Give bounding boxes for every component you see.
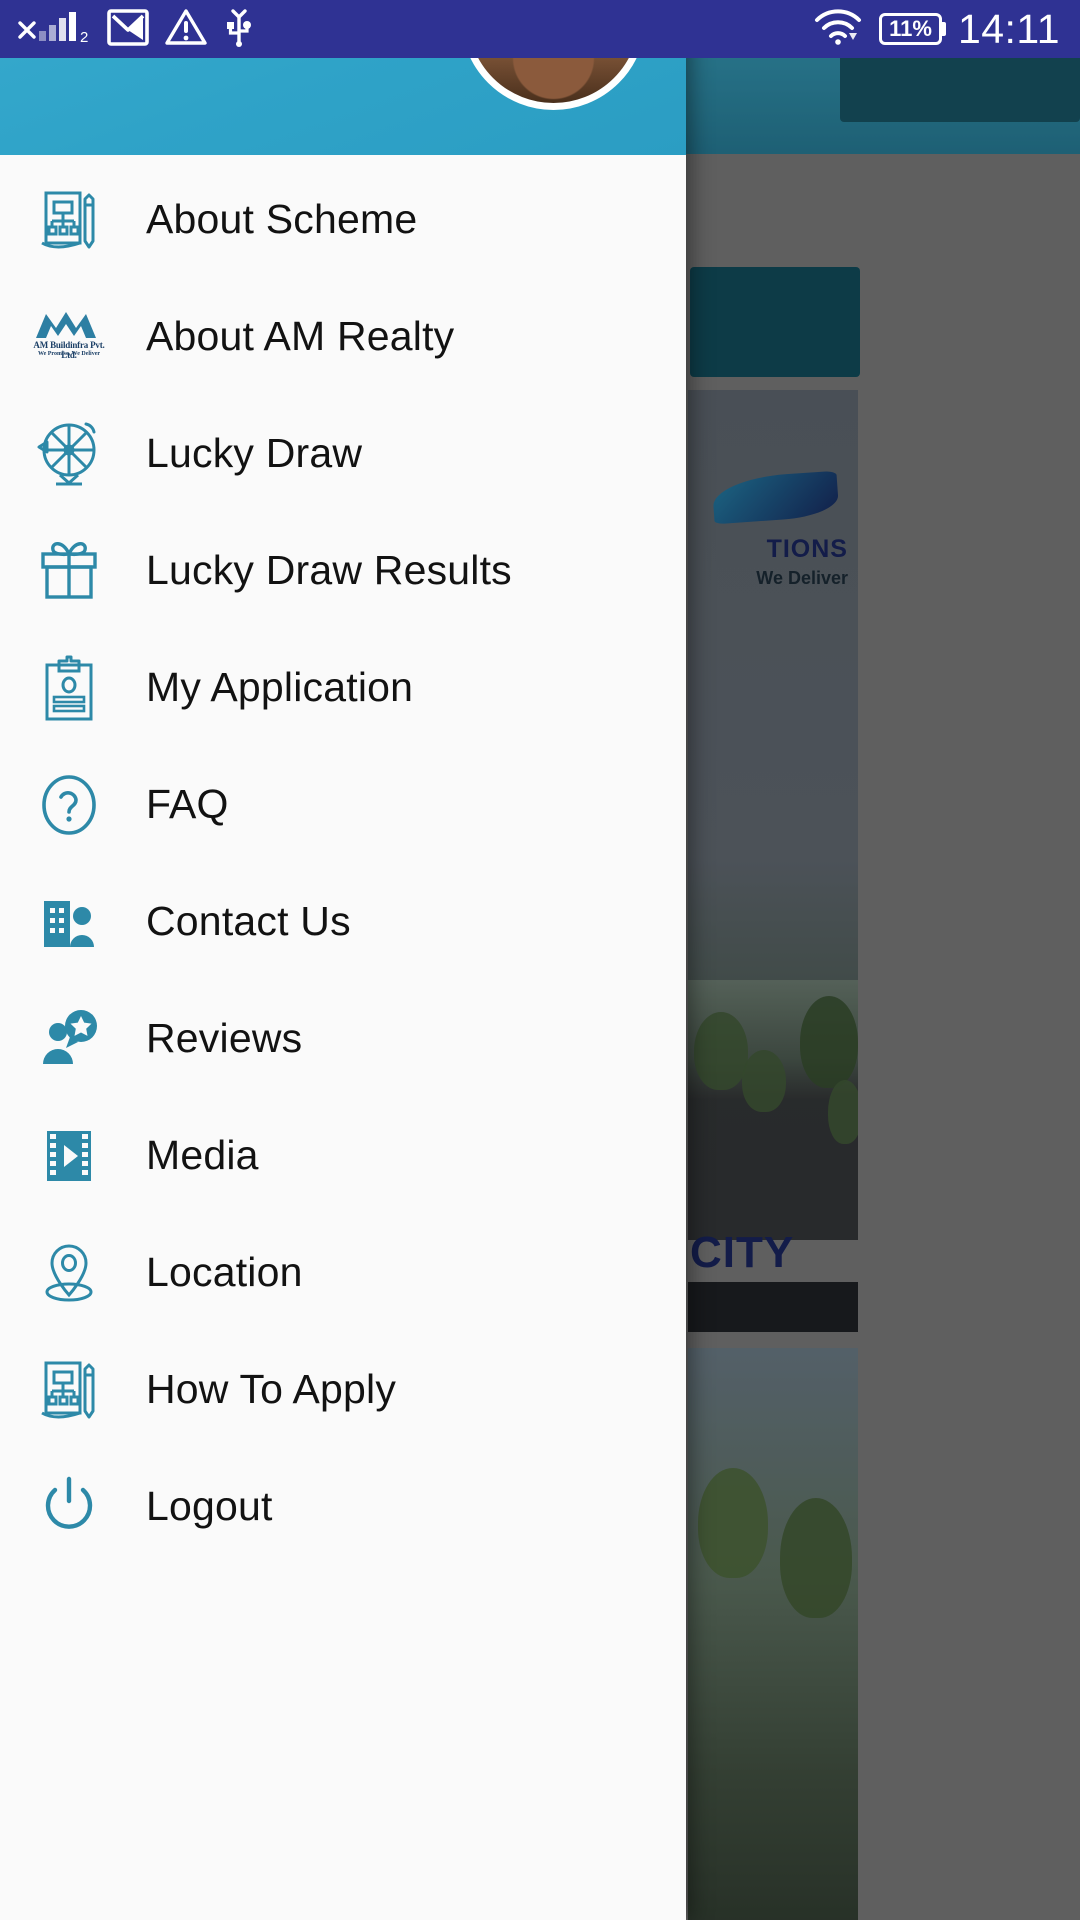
status-bar-clock: 14:11 [957,5,1060,52]
am-logo-company: AM Buildinfra Pvt. Ltd. [33,339,105,360]
menu-item-label: My Application [146,664,414,710]
wifi-icon [813,7,863,52]
document-pencil-icon [30,181,108,259]
menu-item-label: About Scheme [146,196,418,242]
menu-item-lucky-draw-results[interactable]: Lucky Draw Results [0,512,686,629]
clipboard-resume-icon [30,649,108,727]
status-bar-right-icons: 11% 14:11 [813,7,1060,52]
map-pin-icon [30,1234,108,1312]
menu-item-label: How To Apply [146,1366,397,1412]
building-person-icon [30,883,108,961]
menu-item-label: Logout [146,1483,273,1529]
svg-text:2: 2 [80,29,88,46]
menu-item-how-to-apply[interactable]: How To Apply [0,1331,686,1448]
usb-icon [222,7,256,52]
menu-item-my-application[interactable]: My Application [0,629,686,746]
menu-item-label: About AM Realty [146,313,455,359]
gift-box-icon [30,532,108,610]
menu-item-label: Lucky Draw [146,430,363,476]
drawer-menu-list: About Scheme AM Buildinfra Pvt. Ltd. We … [0,155,686,1565]
menu-item-about-am-realty[interactable]: AM Buildinfra Pvt. Ltd. We Promise, We D… [0,278,686,395]
signal-no-sim-icon: 2 [18,7,92,52]
question-circle-icon [30,766,108,844]
status-bar-left-icons: 2 [18,7,256,52]
menu-item-faq[interactable]: FAQ [0,746,686,863]
menu-item-contact-us[interactable]: Contact Us [0,863,686,980]
am-logo-tagline: We Promise, We Deliver [37,350,101,357]
ferris-wheel-icon [30,415,108,493]
menu-item-about-scheme[interactable]: About Scheme [0,161,686,278]
power-icon [30,1468,108,1546]
am-realty-logo-icon: AM Buildinfra Pvt. Ltd. We Promise, We D… [30,298,108,376]
menu-item-reviews[interactable]: Reviews [0,980,686,1097]
battery-indicator: 11% [879,13,942,45]
menu-item-lucky-draw[interactable]: Lucky Draw [0,395,686,512]
status-bar: 2 11% 14:11 [0,0,1080,58]
navigation-drawer: 9871492261 About Scheme [0,0,686,1920]
menu-item-label: Location [146,1249,303,1295]
menu-item-location[interactable]: Location [0,1214,686,1331]
document-pencil-icon [30,1351,108,1429]
menu-item-label: Reviews [146,1015,303,1061]
warning-triangle-icon [164,7,208,52]
gmail-icon [106,7,150,52]
menu-item-label: Contact Us [146,898,351,944]
menu-item-logout[interactable]: Logout [0,1448,686,1565]
menu-item-label: FAQ [146,781,229,827]
menu-item-label: Media [146,1132,259,1178]
film-play-icon [30,1117,108,1195]
person-star-bubble-icon [30,1000,108,1078]
menu-item-media[interactable]: Media [0,1097,686,1214]
menu-item-label: Lucky Draw Results [146,547,512,593]
